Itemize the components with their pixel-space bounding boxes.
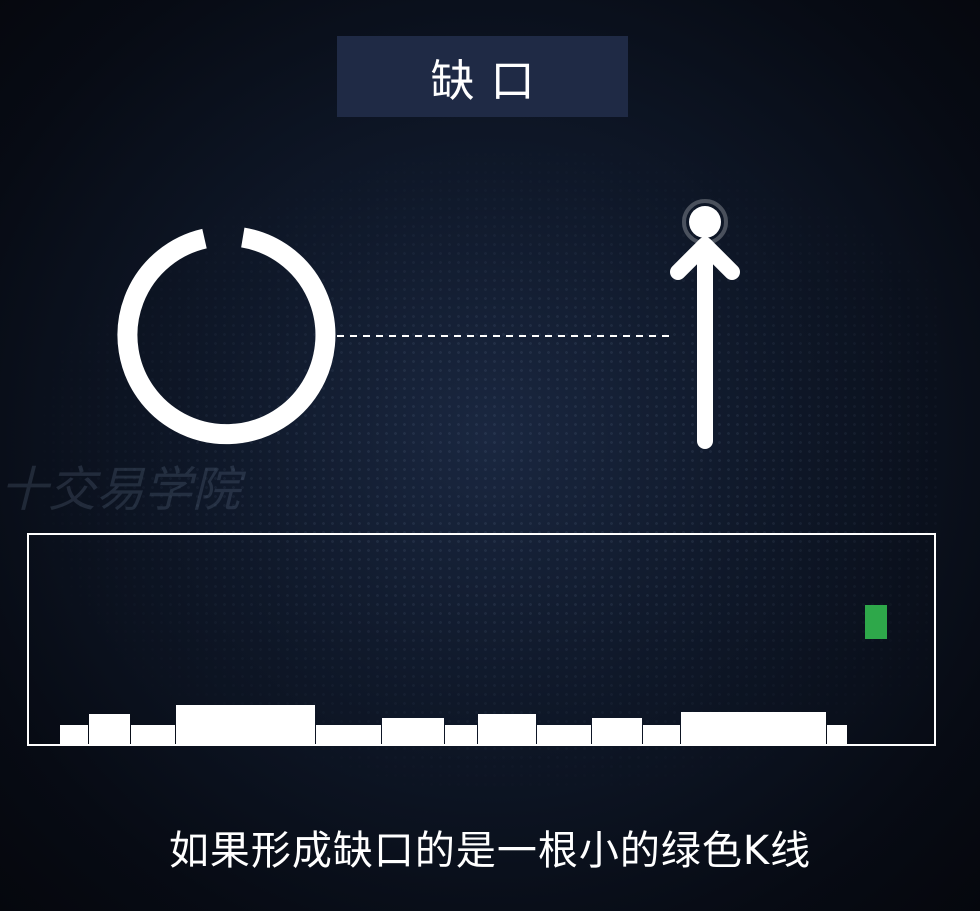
volume-bar xyxy=(445,725,477,744)
volume-bar xyxy=(131,725,175,744)
green-candle xyxy=(865,605,887,639)
volume-bar xyxy=(478,714,536,744)
volume-bar xyxy=(382,718,444,744)
volume-bar xyxy=(643,725,680,744)
open-ring-icon xyxy=(117,227,336,445)
volume-chart-frame xyxy=(27,533,936,746)
volume-bar xyxy=(316,725,381,744)
arrow-up-icon xyxy=(670,199,740,449)
volume-bar xyxy=(537,725,591,744)
volume-bar xyxy=(827,725,847,744)
gap-diagram xyxy=(117,199,740,449)
volume-bar xyxy=(681,712,826,744)
volume-bar xyxy=(592,718,642,744)
video-frame: 十交易学院 缺口 如果形成缺口的是一根小的绿色K线 xyxy=(0,0,980,911)
volume-bar xyxy=(176,705,315,744)
volume-chart xyxy=(60,605,887,744)
subtitle-caption: 如果形成缺口的是一根小的绿色K线 xyxy=(168,828,812,874)
volume-bar xyxy=(60,725,88,744)
volume-bar xyxy=(89,714,130,744)
